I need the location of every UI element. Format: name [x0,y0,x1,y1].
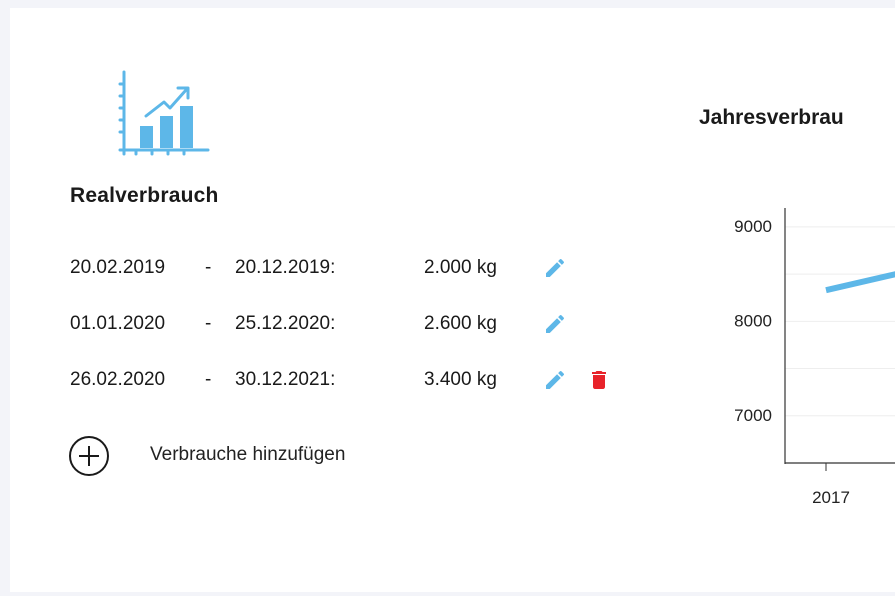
entry-start-date: 01.01.2020 [70,313,166,334]
entry-separator: - [205,313,212,334]
entry-row: 20.02.2019 - 20.12.2019: 2.000 kg [10,248,710,288]
entry-start-date: 26.02.2020 [70,369,166,390]
y-tick-label: 9000 [734,217,772,236]
add-consumption-button[interactable]: Verbrauche hinzufügen [68,435,468,477]
trash-icon[interactable] [587,368,611,392]
entry-separator: - [205,369,212,390]
add-consumption-label: Verbrauche hinzufügen [150,444,346,465]
annual-consumption-chart: 9000 8000 7000 2017 [734,208,895,507]
y-tick-label: 8000 [734,311,772,330]
consumption-card: Realverbrauch 20.02.2019 - 20.12.2019: 2… [10,8,895,592]
entry-end-date: 20.12.2019: [235,257,336,278]
x-tick-label: 2017 [812,488,850,507]
pencil-icon[interactable] [543,256,567,280]
entry-separator: - [205,257,212,278]
entry-end-date: 30.12.2021: [235,369,336,390]
entry-amount: 3.400 kg [424,369,497,390]
pencil-icon[interactable] [543,368,567,392]
chart-title: Jahresverbrau [699,106,844,129]
series-line [825,271,895,294]
entry-end-date: 25.12.2020: [235,313,336,334]
pencil-icon[interactable] [543,312,567,336]
entry-row: 26.02.2020 - 30.12.2021: 3.400 kg [10,360,710,400]
plus-circle-icon[interactable] [68,435,110,477]
entry-start-date: 20.02.2019 [70,257,166,278]
entry-amount: 2.600 kg [424,313,497,334]
section-title: Realverbrauch [70,184,219,207]
bar-chart-growth-icon [118,70,210,156]
entry-amount: 2.000 kg [424,257,497,278]
y-tick-label: 7000 [734,406,772,425]
entry-row: 01.01.2020 - 25.12.2020: 2.600 kg [10,304,710,344]
